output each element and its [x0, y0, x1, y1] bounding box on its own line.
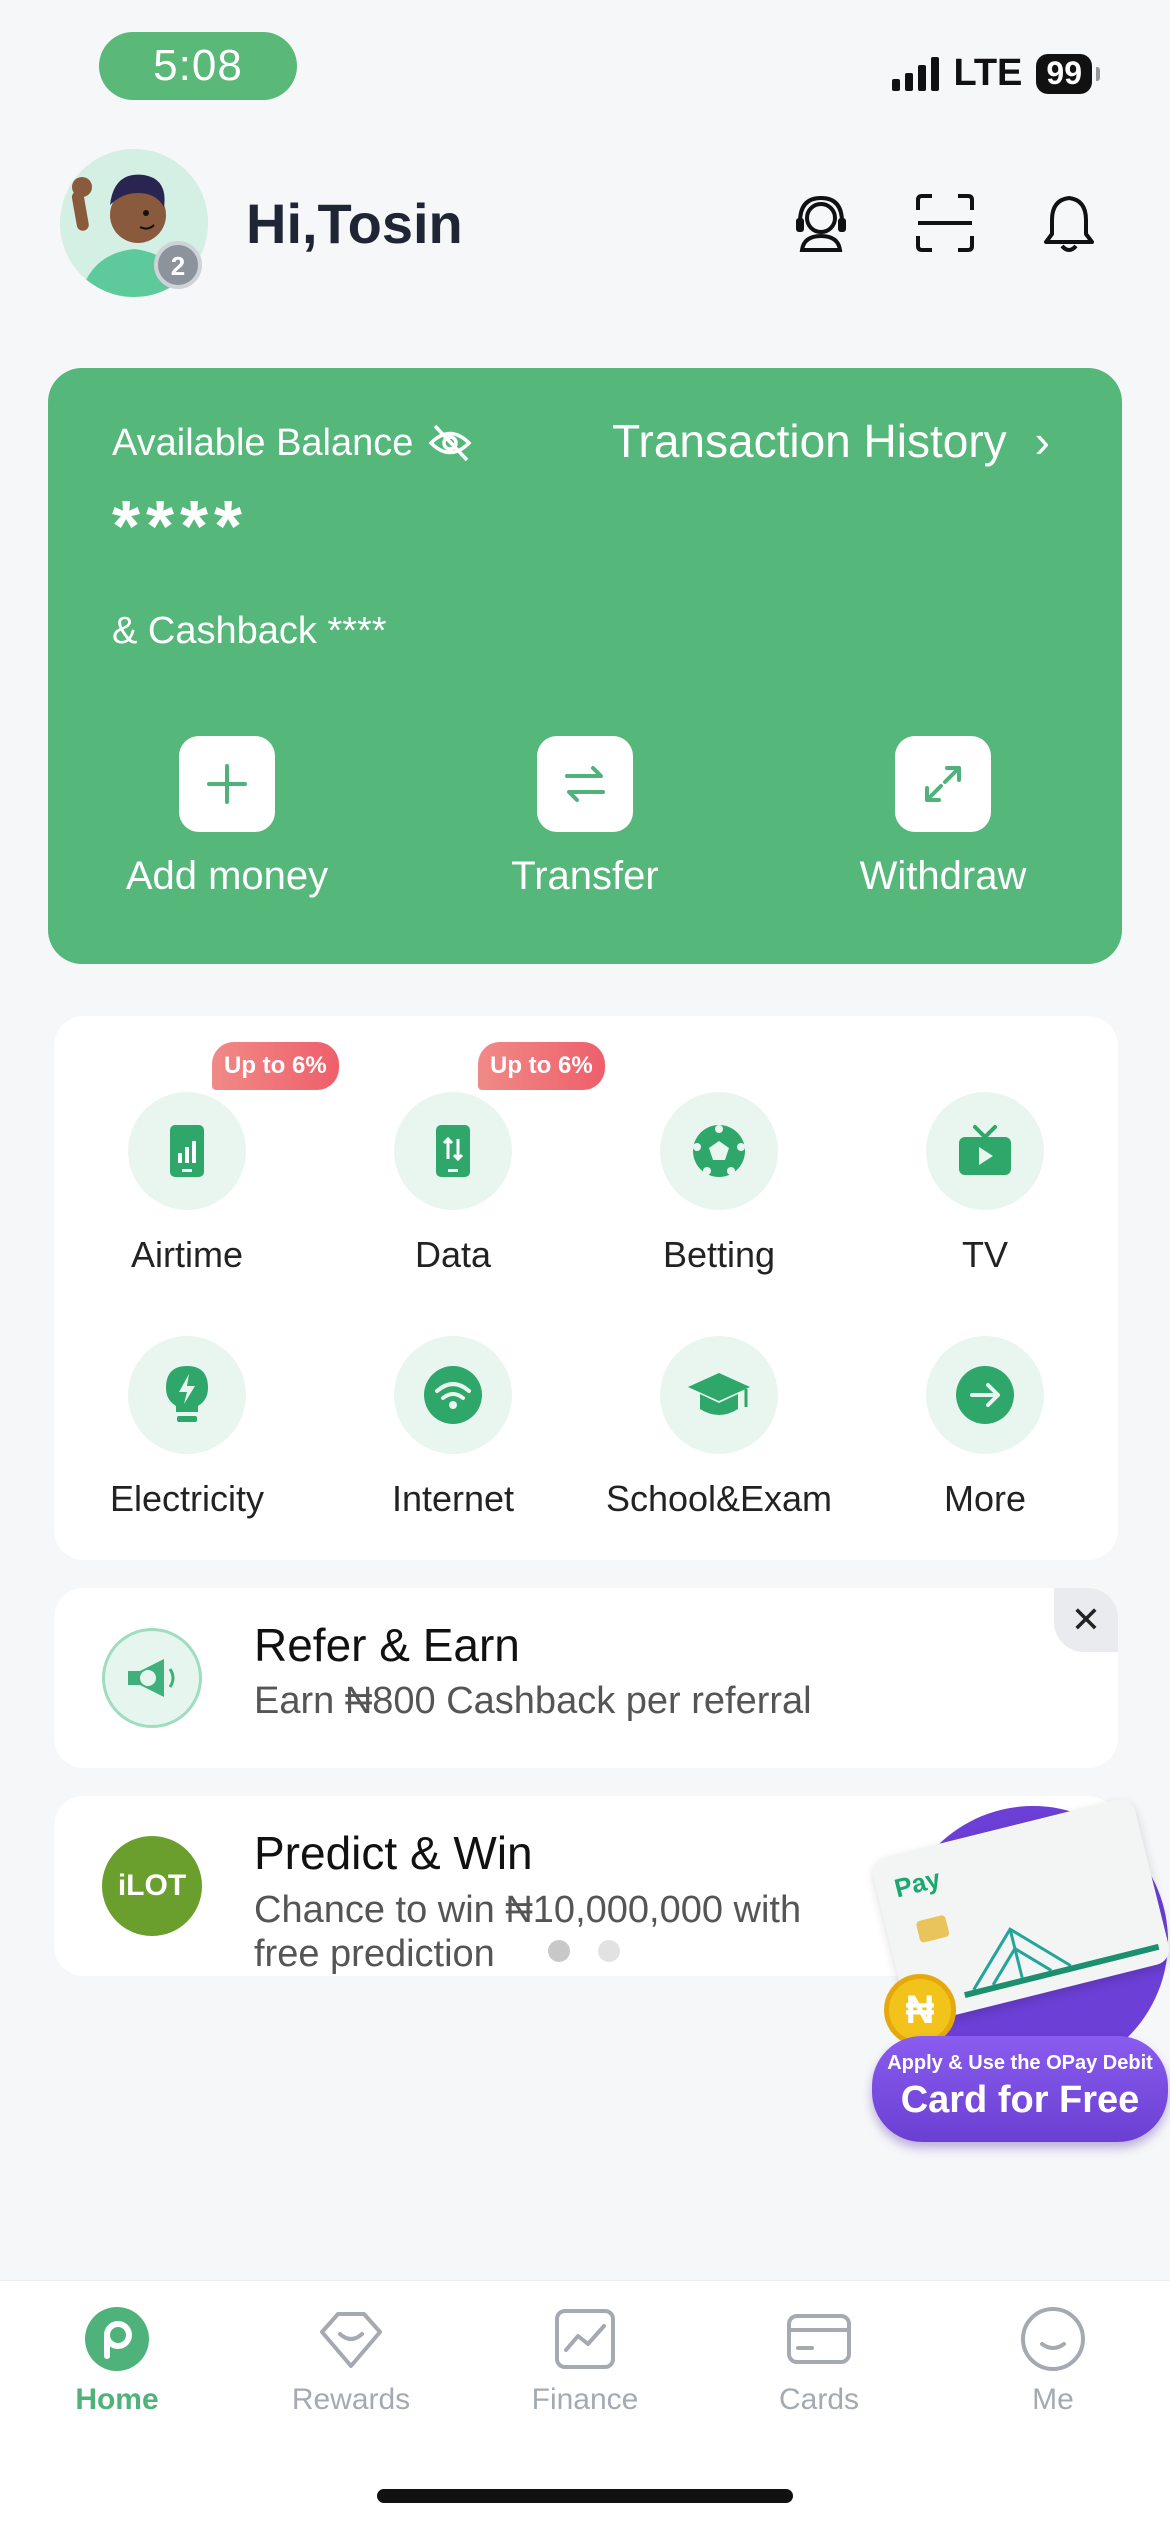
- transfer-icon: [537, 736, 633, 832]
- status-time: 5:08: [99, 32, 297, 100]
- promo-badge: Up to 6%: [212, 1042, 339, 1090]
- status-bar: 5:08 LTE 99: [0, 0, 1170, 140]
- service-label: Betting: [662, 1234, 776, 1275]
- transfer-label: Transfer: [511, 854, 659, 898]
- balance-card: Available Balance Transaction History › …: [48, 368, 1122, 964]
- promo-line2: Card for Free: [900, 2079, 1140, 2121]
- nav-home[interactable]: Home: [0, 2305, 234, 2417]
- add-money-label: Add money: [125, 854, 329, 898]
- carousel-dot: [598, 1940, 620, 1962]
- transfer-button[interactable]: Transfer: [406, 736, 764, 899]
- network-type: LTE: [953, 52, 1023, 94]
- transaction-history-link[interactable]: Transaction History ›: [612, 414, 1050, 468]
- service-label: Airtime: [130, 1234, 243, 1275]
- megaphone-icon: [102, 1628, 202, 1728]
- promo-line1: Apply & Use the OPay Debit: [887, 2052, 1153, 2074]
- ilot-logo-icon: iLOT: [102, 1836, 202, 1936]
- promo-badge: Up to 6%: [478, 1042, 605, 1090]
- service-label: Electricity: [109, 1478, 265, 1519]
- school-icon: [660, 1336, 778, 1454]
- cards-icon: [785, 2305, 853, 2373]
- services-grid: Up to 6% Airtime Up to 6% Data Betting T…: [54, 1042, 1118, 1520]
- status-indicators: LTE 99: [892, 52, 1100, 95]
- available-balance-label: Available Balance: [112, 421, 414, 464]
- add-money-button[interactable]: Add money: [48, 736, 406, 899]
- nav-label: Finance: [531, 2383, 639, 2416]
- service-school-exam[interactable]: School&Exam: [586, 1336, 852, 1520]
- rewards-icon: [317, 2305, 385, 2373]
- service-internet[interactable]: Internet: [320, 1336, 586, 1520]
- service-label: Data: [414, 1234, 492, 1275]
- avatar-illustration: 2: [60, 149, 208, 297]
- service-tv[interactable]: TV: [852, 1092, 1118, 1276]
- me-icon: [1019, 2305, 1087, 2373]
- service-electricity[interactable]: Electricity: [54, 1336, 320, 1520]
- tv-icon: [926, 1092, 1044, 1210]
- header: 2 Hi,Tosin: [60, 148, 1110, 298]
- internet-icon: [394, 1336, 512, 1454]
- withdraw-button[interactable]: Withdraw: [764, 736, 1122, 899]
- withdraw-icon: [895, 736, 991, 832]
- home-indicator: [377, 2489, 793, 2503]
- service-label: More: [943, 1478, 1027, 1519]
- service-label: TV: [961, 1234, 1008, 1275]
- service-more[interactable]: More: [852, 1336, 1118, 1520]
- predict-subtitle: Chance to win ₦10,000,000 with free pred…: [254, 1889, 802, 1975]
- airtime-icon: [128, 1092, 246, 1210]
- service-label: Internet: [391, 1478, 515, 1519]
- eye-hidden-icon[interactable]: [427, 420, 473, 466]
- finance-icon: [551, 2305, 619, 2373]
- refer-subtitle: Earn ₦800 Cashback per referral: [254, 1680, 812, 1722]
- header-actions: [790, 192, 1100, 254]
- signal-icon: [892, 56, 940, 91]
- card-chip-icon: [915, 1914, 950, 1944]
- home-icon: [83, 2305, 151, 2373]
- nav-me[interactable]: Me: [936, 2305, 1170, 2417]
- service-betting[interactable]: Betting: [586, 1092, 852, 1276]
- service-label: School&Exam: [605, 1478, 833, 1519]
- avatar[interactable]: 2: [60, 149, 208, 297]
- balance-value: ****: [112, 487, 249, 567]
- chevron-right-icon: ›: [1034, 415, 1050, 467]
- carousel-dots: [548, 1940, 620, 1962]
- support-icon[interactable]: [790, 192, 852, 254]
- nav-rewards[interactable]: Rewards: [234, 2305, 468, 2417]
- bell-icon[interactable]: [1038, 192, 1100, 254]
- refer-earn-card[interactable]: Refer & Earn Earn ₦800 Cashback per refe…: [54, 1588, 1118, 1768]
- close-icon[interactable]: ✕: [1054, 1588, 1118, 1652]
- plus-icon: [179, 736, 275, 832]
- avatar-badge: 2: [171, 251, 185, 281]
- withdraw-label: Withdraw: [859, 854, 1027, 898]
- balance-actions: Add money Transfer Withdraw: [48, 736, 1122, 899]
- nav-label: Home: [75, 2383, 159, 2416]
- predict-title: Predict & Win: [254, 1827, 533, 1879]
- battery-icon: 99: [1036, 53, 1100, 94]
- card-brand: Pay: [891, 1863, 944, 1904]
- service-data[interactable]: Up to 6% Data: [320, 1042, 605, 1276]
- nav-label: Cards: [778, 2383, 860, 2416]
- more-icon: [926, 1336, 1044, 1454]
- cashback-label: & Cashback ****: [112, 610, 387, 652]
- nav-label: Me: [1032, 2383, 1074, 2416]
- carousel-dot: [548, 1940, 570, 1962]
- betting-icon: [660, 1092, 778, 1210]
- balance-label-row: Available Balance: [112, 420, 473, 466]
- data-icon: [394, 1092, 512, 1210]
- bottom-nav: Home Rewards Finance Cards Me: [0, 2280, 1170, 2532]
- nav-label: Rewards: [291, 2383, 411, 2416]
- nav-finance[interactable]: Finance: [468, 2305, 702, 2417]
- promo-cta[interactable]: Apply & Use the OPay Debit Card for Free: [872, 2036, 1168, 2142]
- transaction-history-label: Transaction History: [612, 415, 1007, 467]
- greeting: Hi,Tosin: [246, 191, 463, 255]
- refer-title: Refer & Earn: [254, 1619, 520, 1671]
- debit-card-promo[interactable]: Pay ₦ Apply & Use the OPay Debit Card fo…: [868, 1795, 1170, 2146]
- scan-icon[interactable]: [914, 192, 976, 254]
- services-panel: Up to 6% Airtime Up to 6% Data Betting T…: [54, 1016, 1118, 1560]
- electricity-icon: [128, 1336, 246, 1454]
- service-airtime[interactable]: Up to 6% Airtime: [54, 1042, 339, 1276]
- nav-cards[interactable]: Cards: [702, 2305, 936, 2417]
